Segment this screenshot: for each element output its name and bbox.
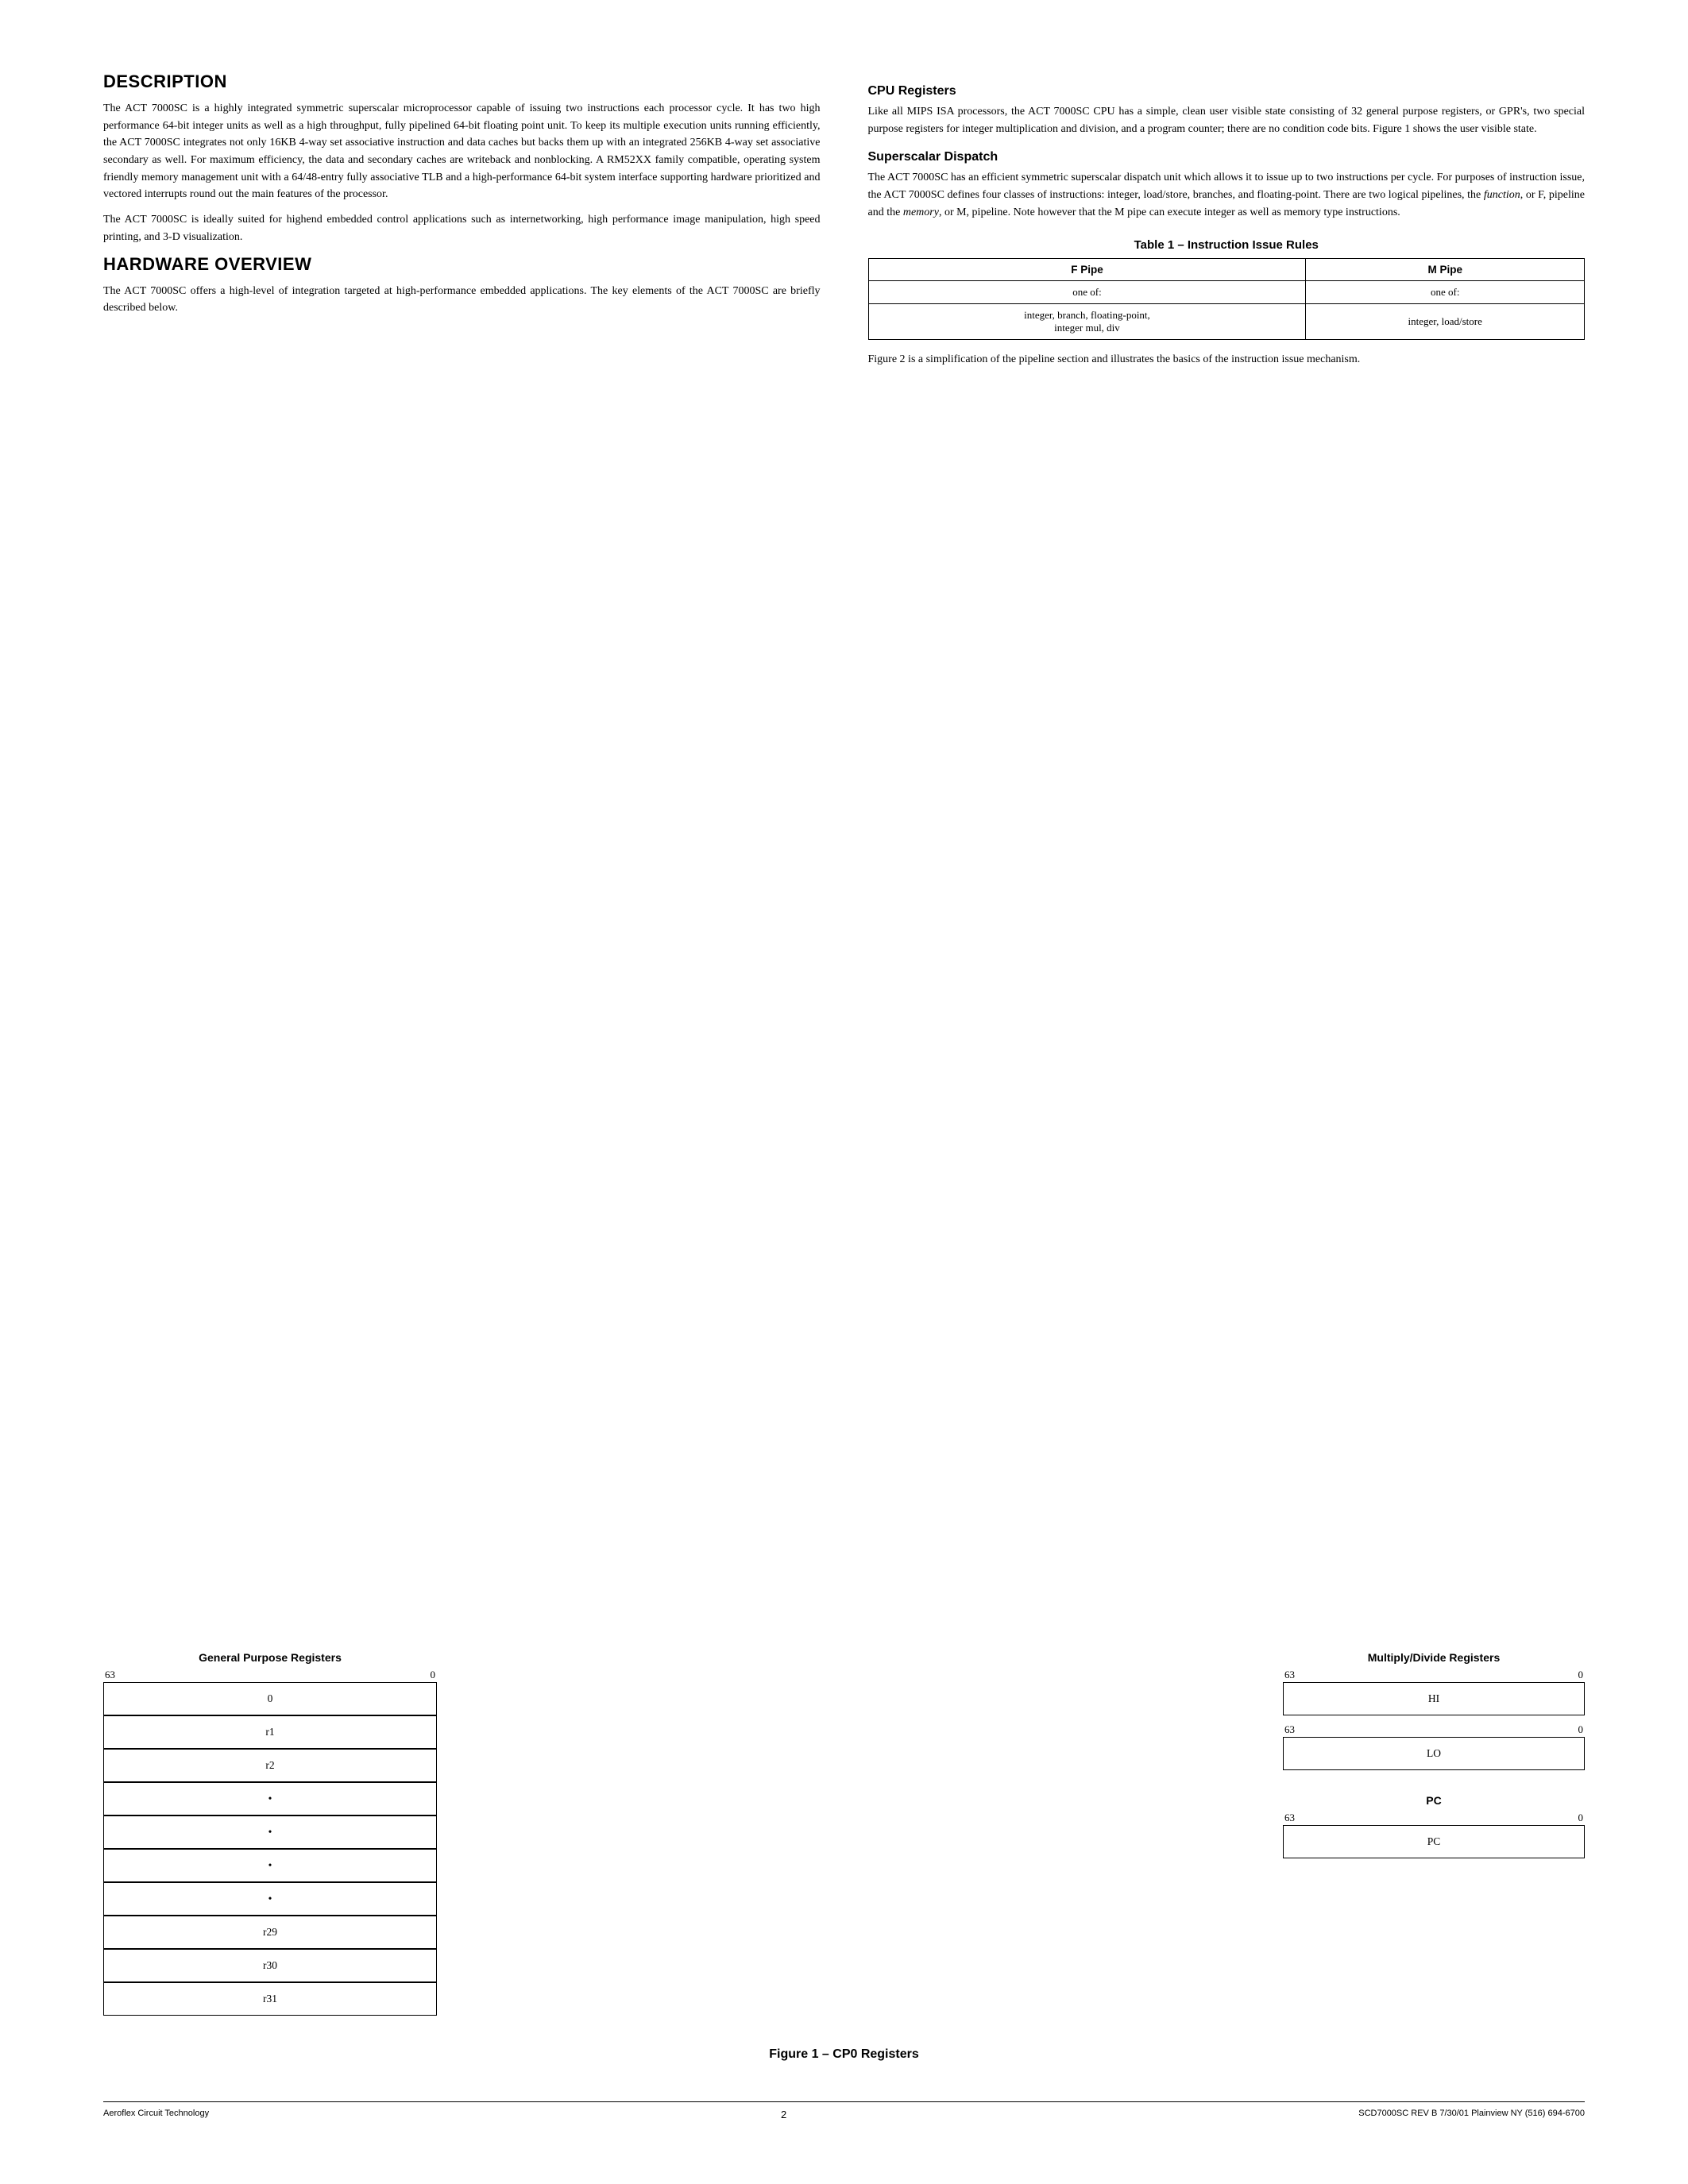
cpu-registers-heading: CPU Registers <box>868 84 1586 98</box>
page: DESCRIPTION The ACT 7000SC is a highly i… <box>0 0 1688 2184</box>
footer-left: Aeroflex Circuit Technology <box>103 2109 209 2118</box>
description-para1: The ACT 7000SC is a highly integrated sy… <box>103 100 821 203</box>
table-r2c1: integer, branch, floating-point,integer … <box>868 304 1306 340</box>
table-col1-header: F Pipe <box>868 259 1306 281</box>
gpr-row-dot2: • <box>103 1815 437 1849</box>
right-diagrams: Multiply/Divide Registers 63 0 HI 63 0 L… <box>1283 1651 1585 1858</box>
left-column: DESCRIPTION The ACT 7000SC is a highly i… <box>103 71 821 1619</box>
gpr-row-r1: r1 <box>103 1715 437 1749</box>
table-r1c1: one of: <box>868 281 1306 304</box>
mdr-hi-bit-low: 0 <box>1578 1669 1584 1681</box>
gpr-row-r2: r2 <box>103 1749 437 1782</box>
mdr-lo-bit-low: 0 <box>1578 1723 1584 1736</box>
table-col2-header: M Pipe <box>1306 259 1585 281</box>
table-row-2: integer, branch, floating-point,integer … <box>868 304 1585 340</box>
mdr-lo-bit-labels: 63 0 <box>1283 1723 1585 1736</box>
footer-right: SCD7000SC REV B 7/30/01 Plainview NY (51… <box>1358 2109 1585 2118</box>
hardware-overview-para1: The ACT 7000SC offers a high-level of in… <box>103 283 821 317</box>
table1-title: Table 1 – Instruction Issue Rules <box>868 238 1586 252</box>
gpr-label: General Purpose Registers <box>199 1651 342 1664</box>
superscalar-italic2: memory <box>903 206 939 218</box>
pc-bit-labels: 63 0 <box>1283 1812 1585 1824</box>
superscalar-dispatch-para1: The ACT 7000SC has an efficient symmetri… <box>868 169 1586 221</box>
mdr-hi-bit-labels: 63 0 <box>1283 1669 1585 1681</box>
superscalar-text-post: , or M, pipeline. Note however that the … <box>939 206 1400 218</box>
table-r1c2: one of: <box>1306 281 1585 304</box>
mdr-diagram-group: Multiply/Divide Registers 63 0 HI 63 0 L… <box>1283 1651 1585 1770</box>
superscalar-italic1: function <box>1484 189 1520 201</box>
diagrams-section: General Purpose Registers 63 0 0 r1 r2 •… <box>103 1651 1585 2016</box>
hardware-overview-heading: HARDWARE OVERVIEW <box>103 254 821 275</box>
mdr-hi-box: HI <box>1283 1682 1585 1715</box>
pc-label: PC <box>1426 1794 1441 1807</box>
pc-bit-high: 63 <box>1284 1812 1295 1824</box>
pc-diagram-group: PC 63 0 PC <box>1283 1794 1585 1858</box>
gpr-bit-low: 0 <box>431 1669 436 1681</box>
table-note: Figure 2 is a simplification of the pipe… <box>868 351 1586 369</box>
instruction-issue-rules-table: F Pipe M Pipe one of: one of: integer, b… <box>868 258 1586 340</box>
gpr-bit-labels: 63 0 <box>103 1669 437 1681</box>
figure-caption: Figure 1 – CP0 Registers <box>103 2047 1585 2062</box>
mdr-label: Multiply/Divide Registers <box>1368 1651 1500 1664</box>
cpu-registers-para1: Like all MIPS ISA processors, the ACT 70… <box>868 103 1586 137</box>
right-column: CPU Registers Like all MIPS ISA processo… <box>868 71 1586 1619</box>
mdr-hi-bit-high: 63 <box>1284 1669 1295 1681</box>
table-row-1: one of: one of: <box>868 281 1585 304</box>
gpr-row-0: 0 <box>103 1682 437 1715</box>
mdr-lo-bit-high: 63 <box>1284 1723 1295 1736</box>
two-column-layout: DESCRIPTION The ACT 7000SC is a highly i… <box>103 71 1585 1619</box>
gpr-diagram-group: General Purpose Registers 63 0 0 r1 r2 •… <box>103 1651 437 2016</box>
gpr-row-r29: r29 <box>103 1916 437 1949</box>
superscalar-dispatch-heading: Superscalar Dispatch <box>868 150 1586 164</box>
pc-box: PC <box>1283 1825 1585 1858</box>
superscalar-text-pre: The ACT 7000SC has an efficient symmetri… <box>868 172 1586 201</box>
gpr-row-r30: r30 <box>103 1949 437 1982</box>
footer: Aeroflex Circuit Technology 2 SCD7000SC … <box>103 2101 1585 2120</box>
pc-bit-low: 0 <box>1578 1812 1584 1824</box>
table-r2c2: integer, load/store <box>1306 304 1585 340</box>
description-heading: DESCRIPTION <box>103 71 821 92</box>
gpr-row-r31: r31 <box>103 1982 437 2016</box>
gpr-row-dot1: • <box>103 1782 437 1815</box>
mdr-lo-box: LO <box>1283 1737 1585 1770</box>
gpr-row-dot4: • <box>103 1882 437 1916</box>
footer-center: 2 <box>781 2109 786 2120</box>
gpr-bit-high: 63 <box>105 1669 115 1681</box>
gpr-row-dot3: • <box>103 1849 437 1882</box>
description-para2: The ACT 7000SC is ideally suited for hig… <box>103 211 821 245</box>
